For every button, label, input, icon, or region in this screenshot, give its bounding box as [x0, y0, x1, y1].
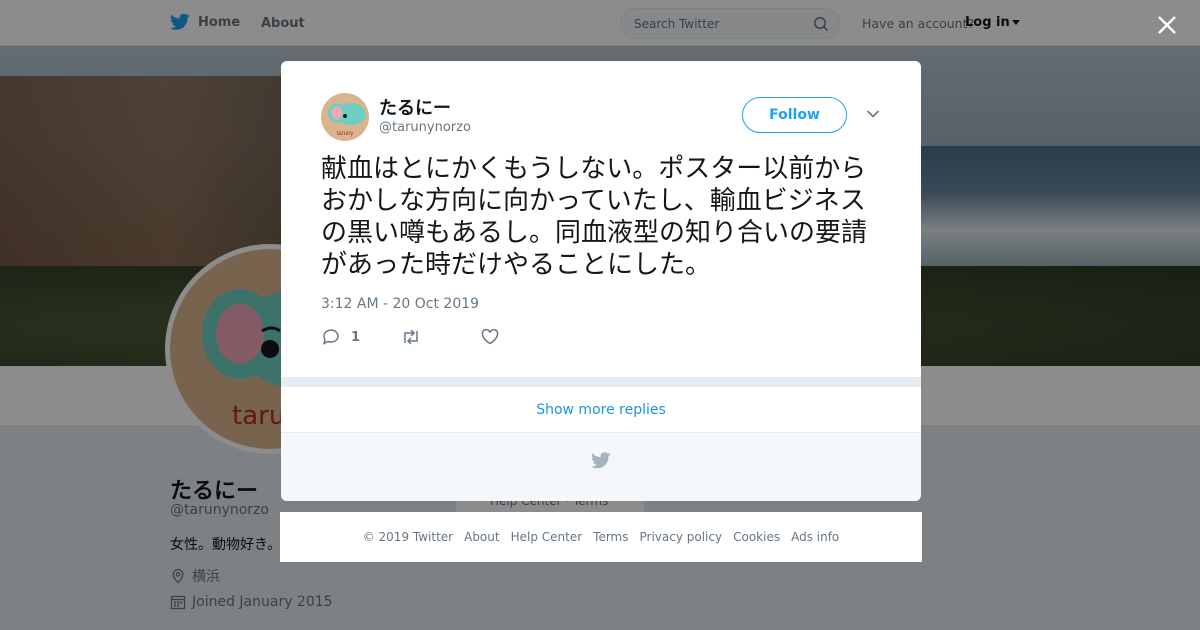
reply-button[interactable]: 1 — [321, 328, 401, 346]
footer-link-help-center[interactable]: Help Center — [511, 530, 583, 544]
retweet-button[interactable] — [401, 329, 481, 345]
replies-divider — [281, 377, 921, 387]
footer-link-cookies[interactable]: Cookies — [733, 530, 780, 544]
tweet-text: 献血はとにかくもうしない。ポスター以前からおかしな方向に向かっていたし、輸血ビジ… — [321, 154, 868, 280]
footer-link-terms[interactable]: Terms — [593, 530, 628, 544]
footer-copyright: © 2019 Twitter — [362, 530, 454, 544]
reply-count: 1 — [351, 329, 361, 345]
tweet-author-avatar[interactable]: taruny — [321, 93, 369, 141]
modal-footer — [281, 433, 921, 501]
reply-icon — [322, 329, 339, 345]
follow-button[interactable]: Follow — [742, 97, 847, 133]
close-icon[interactable] — [1155, 13, 1179, 37]
chevron-down-icon[interactable] — [866, 109, 880, 119]
tweet-author-name[interactable]: たるにー — [379, 94, 451, 120]
tweet-author-handle[interactable]: @tarunynorzo — [379, 120, 471, 135]
footer-link-privacy[interactable]: Privacy policy — [640, 530, 723, 544]
footer-link-about[interactable]: About — [464, 530, 499, 544]
twitter-bird-icon — [591, 452, 611, 469]
tweet-avatar-text: taruny — [337, 131, 354, 137]
page-footer: © 2019 Twitter About Help Center Terms P… — [280, 512, 922, 562]
tweet-timestamp[interactable]: 3:12 AM - 20 Oct 2019 — [321, 296, 479, 312]
retweet-icon — [404, 329, 418, 345]
like-button[interactable] — [481, 329, 561, 345]
footer-link-ads-info[interactable]: Ads info — [791, 530, 839, 544]
show-more-replies-button[interactable]: Show more replies — [281, 387, 921, 433]
elephant-icon: taruny — [328, 103, 366, 137]
tweet-modal: taruny たるにー @tarunynorzo Follow 献血はとにかくも… — [281, 61, 921, 501]
heart-icon — [481, 329, 499, 345]
tweet-actions: 1 — [321, 328, 561, 346]
